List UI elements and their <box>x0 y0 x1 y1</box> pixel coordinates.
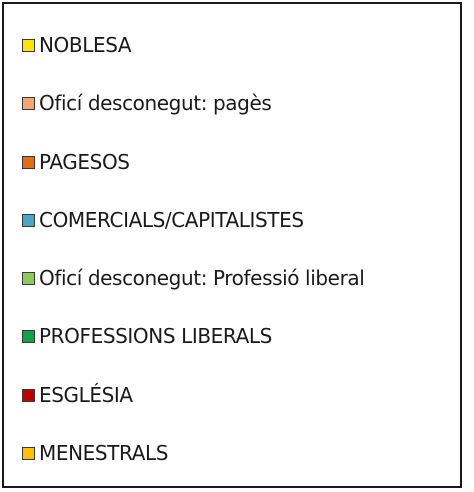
legend-item: NOBLESA <box>22 30 132 60</box>
legend-swatch <box>22 96 35 110</box>
legend-swatch <box>22 446 35 460</box>
legend-label: ESGLÉSIA <box>39 383 133 407</box>
legend-swatch <box>22 155 35 169</box>
legend-label: NOBLESA <box>39 33 132 57</box>
legend-swatch <box>22 38 35 52</box>
legend-swatch <box>22 213 35 227</box>
legend-label: COMERCIALS/CAPITALISTES <box>39 208 304 232</box>
legend-item: MENESTRALS <box>22 438 168 468</box>
legend-label: Oficí desconegut: Professió liberal <box>39 266 365 290</box>
legend-item: Oficí desconegut: pagès <box>22 88 272 118</box>
legend-label: PROFESSIONS LIBERALS <box>39 324 272 348</box>
legend-swatch <box>22 271 35 285</box>
legend-item: ESGLÉSIA <box>22 380 133 410</box>
legend-item: Oficí desconegut: Professió liberal <box>22 263 365 293</box>
chart-legend: NOBLESA Oficí desconegut: pagès PAGESOS … <box>2 2 462 488</box>
legend-item: PROFESSIONS LIBERALS <box>22 321 272 351</box>
legend-label: MENESTRALS <box>39 441 169 465</box>
legend-item: COMERCIALS/CAPITALISTES <box>22 205 304 235</box>
legend-label: PAGESOS <box>39 150 130 174</box>
legend-swatch <box>22 329 35 343</box>
legend-swatch <box>22 388 35 402</box>
legend-label: Oficí desconegut: pagès <box>39 91 272 115</box>
legend-item: PAGESOS <box>22 147 130 177</box>
